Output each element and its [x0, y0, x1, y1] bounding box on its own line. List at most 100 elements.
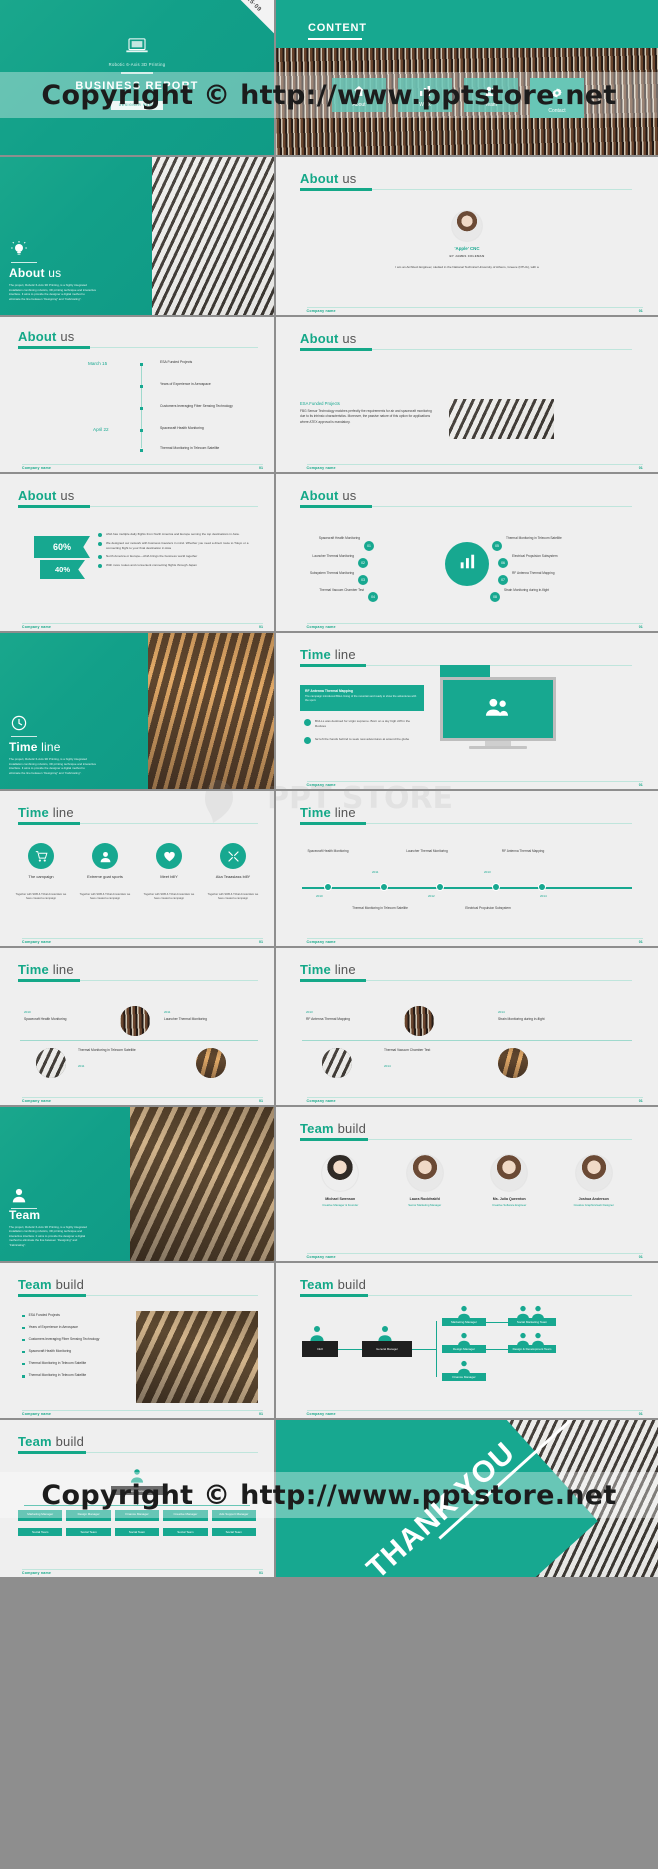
page-title: Time line [18, 962, 74, 977]
avatar [406, 1155, 443, 1191]
title-underline [18, 505, 90, 508]
list-item: far left the hands behind to seek new ad… [304, 737, 420, 744]
timeline-item: ESA Funded Projects [160, 360, 193, 364]
entry-year: 2011 [78, 1064, 85, 1068]
footer-page: 01 [259, 1412, 264, 1416]
org-node[interactable]: Social Team [211, 1528, 257, 1536]
footer-label: Company name [21, 1412, 52, 1416]
member-card[interactable]: Michael Swenson Creative Manager & Found… [302, 1155, 379, 1207]
cover-subtitle: Robotic 6-Axis 3D Printing [108, 62, 166, 67]
profile-byline: BY JAMES COLEMAN [449, 254, 485, 258]
icon-card[interactable]: Aka Teaaslass billY Together with SDB & … [204, 843, 262, 901]
icon-card[interactable]: The campaign Together with SDB & Tribal … [12, 843, 70, 901]
slide-team-list-photo[interactable]: Team build ESA Funded Projects Years of … [0, 1263, 274, 1418]
slide-team-members[interactable]: Team build Michael Swenson Creative Mana… [276, 1107, 658, 1261]
title-underline-thin [368, 1139, 632, 1140]
slide-about-hub[interactable]: About us 01 Spacecraft Health Monitoring… [276, 474, 658, 631]
entry-label: Thermal Monitoring in Telecom Satellite [78, 1048, 136, 1052]
svg-text:PPT STORE: PPT STORE [267, 781, 453, 816]
user-icon [308, 1325, 326, 1346]
slide-about-text-photo[interactable]: About us ESA Funded Projects FBG Sensor … [276, 317, 658, 472]
org-node[interactable]: Social Team [163, 1528, 208, 1536]
cart-icon [28, 843, 54, 869]
bullet-square [22, 1338, 25, 1342]
bullet-square [22, 1314, 25, 1318]
member-card[interactable]: Joshua Anderson Creative Graphics/web De… [556, 1155, 633, 1207]
icon-card[interactable]: Meet billY Together with SDB & Tribal Am… [140, 843, 198, 901]
list-item: ANA has multiple daily flights from Nort… [98, 532, 258, 537]
footer-label: Company name [21, 940, 52, 944]
list-item: Spacecraft Health Monitoring [22, 1349, 130, 1354]
page-title: About us [300, 331, 357, 346]
timeline-axis [302, 1040, 632, 1041]
slide-about-stats[interactable]: About us 60% 40% ANA has multiple daily … [0, 474, 274, 631]
footer-rule [306, 1253, 643, 1254]
footer-page: 01 [259, 466, 264, 470]
bullet-dot [98, 533, 102, 537]
user-icon [456, 1360, 472, 1379]
slide-time-section[interactable]: Time line The project, Robotic 6-Axis 3D… [0, 633, 274, 789]
hub-label: Subsystem Thermal Monitoring [309, 571, 354, 575]
bulb-icon [11, 241, 27, 257]
avatar [491, 1155, 528, 1191]
slide-time-photos-left[interactable]: Time line 2010 Spacecraft Health Monitor… [0, 948, 274, 1105]
hub-node: 04 [368, 592, 378, 602]
slide-about-timeline[interactable]: About us March 15 April 22 ESA Funded Pr… [0, 317, 274, 472]
title-underline [300, 1294, 368, 1297]
kicker: ESA Funded Projects [300, 401, 340, 406]
axis-year: 2010 [316, 894, 323, 898]
avatar [322, 1155, 359, 1191]
slide-about-profile[interactable]: About us 'Apple' CNC BY JAMES COLEMAN I … [276, 157, 658, 315]
bullet-dot [98, 542, 102, 546]
title-underline-thin [90, 347, 258, 348]
org-node[interactable]: Social Team [114, 1528, 160, 1536]
axis-label-top: Spacecraft Health Monitoring [307, 849, 349, 853]
footer-rule [306, 938, 643, 939]
slide-time-photos-right[interactable]: Time line 2013 RF Antenna Thermal Mappin… [276, 948, 658, 1105]
slide-team-section[interactable]: Team The project, Robotic 6-Axis 3D Prin… [0, 1107, 274, 1261]
org-connector [412, 1349, 436, 1350]
member-card[interactable]: Ms. Julia Queenton Creative Software Eng… [471, 1155, 548, 1207]
title-underline [18, 979, 80, 982]
list-item: Thermal Monitoring in Telecom Satellite [22, 1361, 130, 1366]
entry-photo [120, 1006, 150, 1036]
title-underline-thin [90, 506, 258, 507]
timeline-item: Thermal Monitoring in Telecom Satellite [160, 446, 220, 450]
axis-node [380, 883, 388, 891]
hub-label: Launcher Thermal Monitoring [312, 554, 354, 558]
users-icon [516, 1332, 546, 1351]
footer-rule [21, 623, 264, 624]
axis-node [324, 883, 332, 891]
axis-label-top: RF Antenna Thermal Mapping [501, 849, 545, 853]
footer-rule [306, 1097, 643, 1098]
footer-label: Company name [21, 1571, 52, 1575]
slide-time-device[interactable]: Time line RF Antenna Thermal Mapping The… [276, 633, 658, 789]
slide-team-org-1[interactable]: Team build CEO General Manager Marketing… [276, 1263, 658, 1418]
hub-node: 05 [492, 541, 502, 551]
entry-photo [322, 1048, 352, 1078]
member-card[interactable]: Laura Rockfeakfd Senior Marketing Manage… [387, 1155, 464, 1207]
icon-card[interactable]: Extreme goat sports Together with SDB & … [76, 843, 134, 901]
org-node[interactable]: Social Team [66, 1528, 111, 1536]
clock-icon [11, 715, 27, 731]
timeline-axis [141, 363, 142, 448]
users-icon [516, 1305, 546, 1324]
list-item: North America or Europe—ANA brings the b… [98, 554, 258, 560]
slide-about-section[interactable]: About us The project, Robotic 6-Axis 3D … [0, 157, 274, 315]
entry-photo [196, 1048, 226, 1078]
body-text: FBG Sensor Technology matches perfectly … [300, 409, 432, 424]
org-node[interactable]: Social Team [18, 1528, 63, 1536]
footer-label: Company name [306, 309, 336, 313]
hub-node: 06 [498, 558, 508, 568]
title-underline [18, 822, 80, 825]
content-title: CONTENT [308, 22, 367, 34]
title-underline-thin [372, 189, 632, 190]
title-underline [18, 1451, 86, 1454]
page-title: Team build [300, 1277, 367, 1292]
hub-label: Thermal Monitoring in Telecom Satellite [506, 536, 562, 540]
pptstore-logo: PPT STORE [175, 770, 475, 830]
list-item: Years of Experience in Aerospace [22, 1325, 130, 1330]
profile-name: 'Apple' CNC [454, 246, 480, 251]
heart-icon [156, 843, 182, 869]
title-underline [300, 664, 366, 667]
